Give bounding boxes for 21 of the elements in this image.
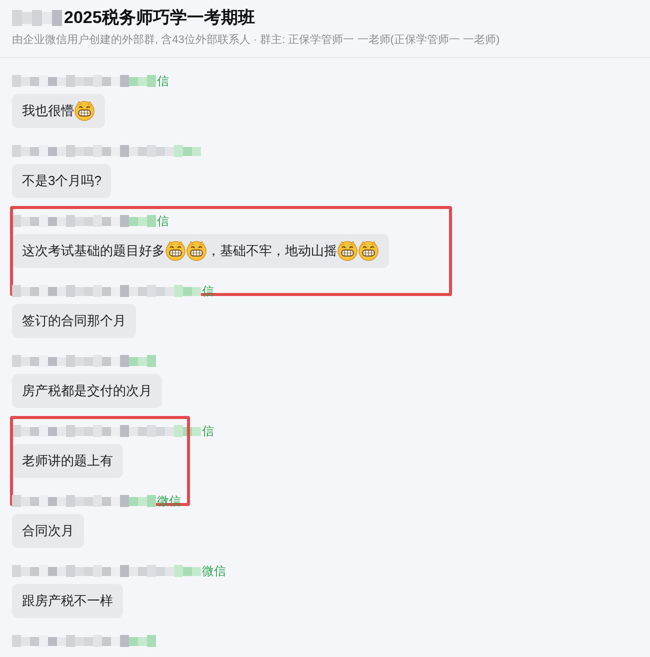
message-text: 不是3个月吗? [22, 172, 102, 190]
message-text: 合同次月 [22, 522, 74, 540]
grinning-face-icon [358, 240, 379, 261]
message-text: 房产税都是交付的次月 [22, 382, 152, 400]
group-title: 2025税务师巧学一考期班 [64, 7, 255, 29]
group-subtitle: 由企业微信用户创建的外部群, 含43位外部联系人 · 群主: 正保学管师一 一老师(正保学管师一 一老师) [12, 32, 501, 48]
message-text: 老师讲的题上有 [22, 452, 113, 470]
sender-source: 信 [157, 212, 169, 230]
message-text: 跟房产税不一样 [22, 592, 113, 610]
blurred-avatar-drawing [12, 10, 62, 26]
grinning-face-icon [74, 100, 95, 121]
message-text: 我也很懵 [22, 102, 74, 120]
sender-source: 信 [202, 422, 214, 440]
sender-source: 信 [157, 72, 169, 90]
grinning-face-icon [337, 240, 358, 261]
message-text: 签订的合同那个月 [22, 312, 126, 330]
sender-source: 微信 [202, 562, 226, 580]
grinning-face-icon [186, 240, 207, 261]
grinning-face-icon [165, 240, 186, 261]
message-text: 这次考试基础的题目好多 [22, 242, 165, 260]
message-text: ，基础不牢，地动山摇 [207, 242, 337, 260]
